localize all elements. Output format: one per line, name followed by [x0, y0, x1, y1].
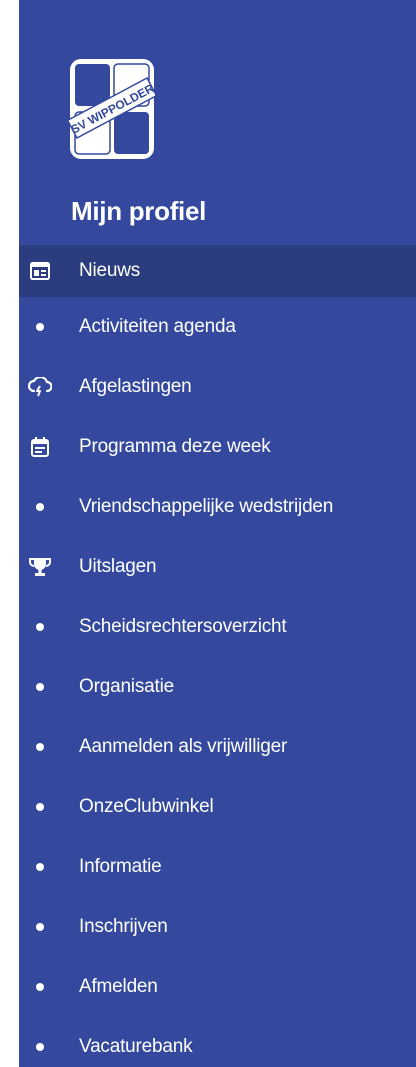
menu-item-onzeclubwinkel[interactable]: OnzeClubwinkel: [19, 777, 416, 837]
bullet-icon: [19, 297, 61, 357]
menu-item-label: Nieuws: [79, 260, 141, 281]
navigation-drawer: SV WIPPOLDER Mijn profiel Nieuws Activit…: [19, 0, 416, 1067]
menu-item-label: Vriendschappelijke wedstrijden: [79, 496, 334, 517]
menu-item-vriendschappelijke-wedstrijden[interactable]: Vriendschappelijke wedstrijden: [19, 477, 416, 537]
menu-item-label: Programma deze week: [79, 436, 271, 457]
bullet-icon: [19, 837, 61, 897]
menu-item-programma-deze-week[interactable]: Programma deze week: [19, 417, 416, 477]
menu-item-label: Inschrijven: [79, 916, 168, 937]
news-icon: [19, 245, 61, 297]
bullet-icon: [19, 477, 61, 537]
menu-item-organisatie[interactable]: Organisatie: [19, 657, 416, 717]
menu-item-nieuws[interactable]: Nieuws: [19, 245, 416, 297]
menu-item-label: Organisatie: [79, 676, 174, 697]
bullet-icon: [19, 717, 61, 777]
menu-item-label: Scheidsrechtersoverzicht: [79, 616, 287, 637]
menu-item-label: Activiteiten agenda: [79, 316, 236, 337]
menu-item-scheidsrechtersoverzicht[interactable]: Scheidsrechtersoverzicht: [19, 597, 416, 657]
trophy-icon: [19, 537, 61, 597]
menu-item-label: Uitslagen: [79, 556, 157, 577]
bullet-icon: [19, 957, 61, 1017]
menu-item-informatie[interactable]: Informatie: [19, 837, 416, 897]
menu-item-afgelastingen[interactable]: Afgelastingen: [19, 357, 416, 417]
profile-link[interactable]: Mijn profiel: [71, 196, 206, 227]
menu-item-vacaturebank[interactable]: Vacaturebank: [19, 1017, 416, 1067]
bullet-icon: [19, 1017, 61, 1067]
menu-list: Nieuws Activiteiten agenda Afgelastingen: [19, 245, 416, 1067]
bullet-icon: [19, 777, 61, 837]
menu-item-label: Afgelastingen: [79, 376, 192, 397]
bullet-icon: [19, 897, 61, 957]
bullet-icon: [19, 597, 61, 657]
calendar-icon: [19, 417, 61, 477]
menu-item-label: Aanmelden als vrijwilliger: [79, 736, 288, 757]
bullet-icon: [19, 657, 61, 717]
menu-item-label: Afmelden: [79, 976, 158, 997]
menu-item-uitslagen[interactable]: Uitslagen: [19, 537, 416, 597]
menu-item-label: Informatie: [79, 856, 162, 877]
menu-item-afmelden[interactable]: Afmelden: [19, 957, 416, 1017]
menu-item-inschrijven[interactable]: Inschrijven: [19, 897, 416, 957]
menu-item-aanmelden-als-vrijwilliger[interactable]: Aanmelden als vrijwilliger: [19, 717, 416, 777]
menu-item-label: OnzeClubwinkel: [79, 796, 214, 817]
menu-item-label: Vacaturebank: [79, 1036, 193, 1057]
menu-item-activiteiten-agenda[interactable]: Activiteiten agenda: [19, 297, 416, 357]
club-logo[interactable]: SV WIPPOLDER: [66, 58, 158, 160]
storm-cloud-icon: [19, 357, 61, 417]
